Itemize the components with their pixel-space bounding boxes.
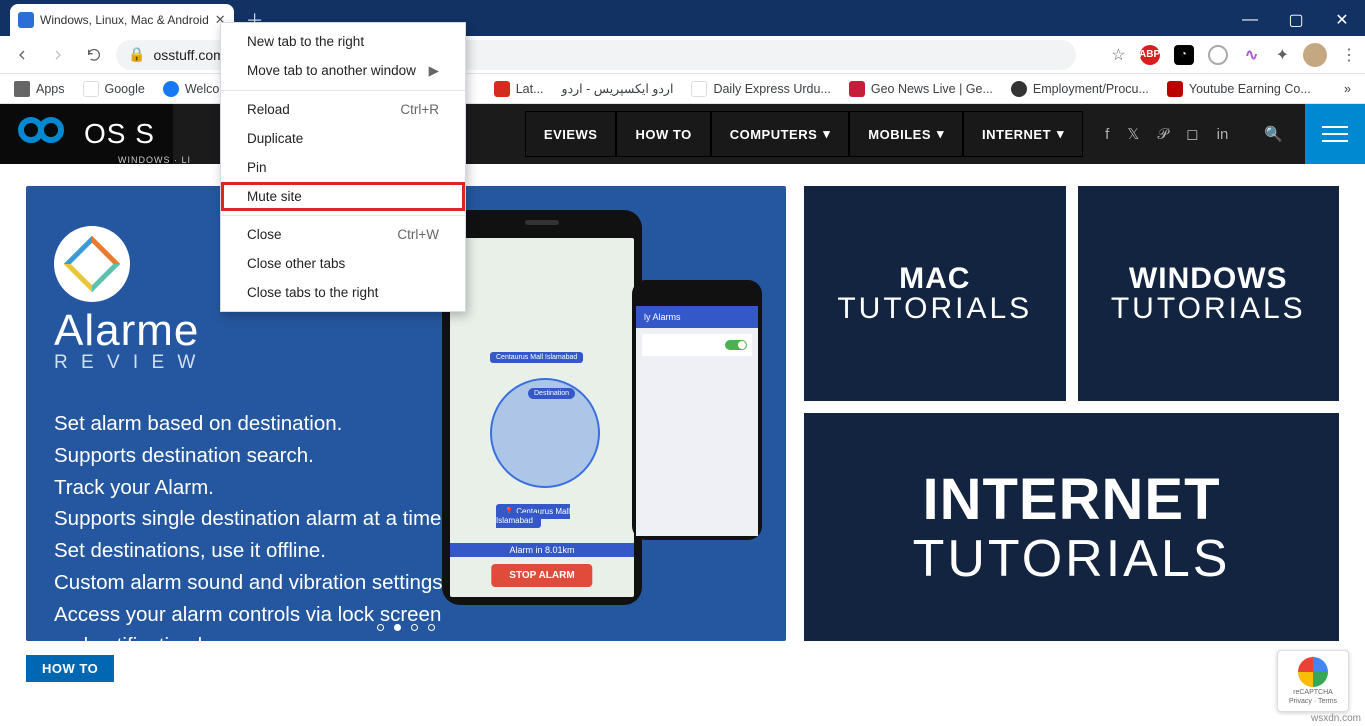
back-button[interactable] <box>8 41 36 69</box>
favicon-icon <box>18 12 34 28</box>
phone-mockups: Centaurus Mall Islamabad Destination 📍 C… <box>442 210 762 620</box>
facebook-icon[interactable]: f <box>1105 126 1109 143</box>
browser-tab[interactable]: Windows, Linux, Mac & Android ✕ <box>10 4 234 36</box>
bookmark-youtube-earning[interactable]: Youtube Earning Co... <box>1161 77 1317 101</box>
close-window-button[interactable]: ✕ <box>1319 4 1365 36</box>
bookmarks-overflow[interactable]: » <box>1338 78 1357 100</box>
alarm-row: Centaurus Mall Islamabad OFF <box>642 334 752 356</box>
map-label: Centaurus Mall Islamabad <box>490 352 583 363</box>
toolbar: 🔒 osstuff.com ☆ ABP ◔ ∿ ✦ ⋮ <box>0 36 1365 74</box>
bookmark-geo-news[interactable]: Geo News Live | Ge... <box>843 77 999 101</box>
nav-reviews[interactable]: EVIEWS <box>525 111 617 157</box>
nav-computers[interactable]: COMPUTERS▾ <box>711 111 850 157</box>
ctx-separator <box>221 215 465 216</box>
extension-icon-2[interactable] <box>1208 45 1228 65</box>
hero-subtitle: R E V I E W <box>54 352 448 374</box>
tile-windows[interactable]: WINDOWS TUTORIALS <box>1078 186 1340 401</box>
maximize-button[interactable]: ▢ <box>1273 4 1319 36</box>
toggle-icon <box>725 340 747 350</box>
ctx-mute-site[interactable]: Mute site <box>221 182 465 211</box>
bookmark-daily-express[interactable]: Daily Express Urdu... <box>685 77 836 101</box>
bookmarks-bar: Apps Google Welco... Lat... اردو ایکسپری… <box>0 74 1365 104</box>
bookmark-express-urdu[interactable]: اردو ایکسپریس - اردو <box>556 77 680 100</box>
bookmark-employment[interactable]: Employment/Procu... <box>1005 77 1155 101</box>
ctx-move-tab[interactable]: Move tab to another window▶ <box>221 56 465 86</box>
tab-title: Windows, Linux, Mac & Android <box>40 13 209 27</box>
facebook-icon <box>163 81 179 97</box>
bookmark-google[interactable]: Google <box>77 77 151 101</box>
linkedin-icon[interactable]: in <box>1217 126 1229 143</box>
recaptcha-icon <box>1298 657 1328 687</box>
ctx-close[interactable]: CloseCtrl+W <box>221 220 465 249</box>
window-controls: — ▢ ✕ <box>1227 4 1365 36</box>
map-pin: 📍 Centaurus Mall Islamabad <box>496 504 570 528</box>
nav-howto[interactable]: HOW TO <box>616 111 710 157</box>
recaptcha-badge[interactable]: reCAPTCHA Privacy · Terms <box>1277 650 1349 712</box>
pinterest-icon[interactable]: 𝒫 <box>1157 126 1168 143</box>
logo-subtitle: WINDOWS · LI <box>118 155 191 165</box>
stop-alarm-button: STOP ALARM <box>491 564 592 587</box>
url-text: osstuff.com <box>153 47 224 63</box>
app-icon <box>54 226 130 302</box>
geo-icon <box>849 81 865 97</box>
ctx-new-tab-right[interactable]: New tab to the right <box>221 27 465 56</box>
profile-avatar[interactable] <box>1303 43 1327 67</box>
watermark: wsxdn.com <box>1311 713 1361 724</box>
minimize-button[interactable]: — <box>1227 4 1273 36</box>
twitter-icon[interactable]: 𝕏 <box>1127 125 1139 143</box>
vss-icon <box>1167 81 1183 97</box>
bookmark-lat[interactable]: Lat... <box>488 77 550 101</box>
map-view: Centaurus Mall Islamabad Destination 📍 C… <box>450 238 634 597</box>
logo-icon <box>18 117 78 151</box>
forward-button[interactable] <box>44 41 72 69</box>
reload-button[interactable] <box>80 41 108 69</box>
logo-text: OS S <box>84 118 155 150</box>
toolbar-actions: ☆ ABP ◔ ∿ ✦ ⋮ <box>1111 43 1357 67</box>
apps-bookmark[interactable]: Apps <box>8 77 71 101</box>
tile-internet[interactable]: INTERNET TUTORIALS <box>804 413 1339 641</box>
search-icon[interactable]: 🔍 <box>1264 125 1283 143</box>
ctx-close-right[interactable]: Close tabs to the right <box>221 278 465 307</box>
menu-burger[interactable] <box>1305 104 1365 164</box>
google-icon <box>83 81 99 97</box>
apps-icon <box>14 81 30 97</box>
chevron-down-icon: ▾ <box>937 126 944 142</box>
ctx-separator <box>221 90 465 91</box>
extension-icon[interactable]: ◔ <box>1174 45 1194 65</box>
ctx-duplicate[interactable]: Duplicate <box>221 124 465 153</box>
ctx-reload[interactable]: ReloadCtrl+R <box>221 95 465 124</box>
instagram-icon[interactable]: ◻ <box>1186 125 1198 143</box>
submenu-arrow-icon: ▶ <box>429 63 439 79</box>
hero-title: Alarme <box>54 306 448 356</box>
chevron-down-icon: ▾ <box>823 126 830 142</box>
chevron-down-icon: ▾ <box>1057 126 1064 142</box>
adblock-icon[interactable]: ABP <box>1140 45 1160 65</box>
ctx-pin[interactable]: Pin <box>221 153 465 182</box>
globe-icon <box>1011 81 1027 97</box>
main-nav: EVIEWS HOW TO COMPUTERS▾ MOBILES▾ INTERN… <box>525 111 1083 157</box>
site-icon <box>494 81 510 97</box>
social-icons: f 𝕏 𝒫 ◻ in 🔍 <box>1083 125 1305 143</box>
slide-dots[interactable] <box>377 624 435 631</box>
aside-tiles: MAC TUTORIALS WINDOWS TUTORIALS INTERNET… <box>804 186 1339 641</box>
destination-pill: Destination <box>528 388 575 399</box>
tile-mac[interactable]: MAC TUTORIALS <box>804 186 1066 401</box>
phone-big: Centaurus Mall Islamabad Destination 📍 C… <box>442 210 642 605</box>
extensions-icon[interactable]: ✦ <box>1276 45 1289 65</box>
small-header: ly Alarms <box>636 306 758 328</box>
tab-context-menu: New tab to the right Move tab to another… <box>220 22 466 312</box>
star-icon[interactable]: ☆ <box>1111 45 1125 65</box>
google-icon <box>691 81 707 97</box>
nav-internet[interactable]: INTERNET▾ <box>963 111 1083 157</box>
phone-small: ly Alarms Centaurus Mall Islamabad OFF <box>632 280 762 540</box>
menu-icon[interactable]: ⋮ <box>1341 45 1357 65</box>
extension-icon-3[interactable]: ∿ <box>1242 45 1262 65</box>
alarm-distance: Alarm in 8.01km <box>450 543 634 557</box>
ctx-close-other[interactable]: Close other tabs <box>221 249 465 278</box>
lock-icon: 🔒 <box>128 46 145 63</box>
titlebar: Windows, Linux, Mac & Android ✕ ＋ — ▢ ✕ <box>0 0 1365 36</box>
page-content: Alarme R E V I E W Set alarm based on de… <box>0 164 1365 647</box>
nav-mobiles[interactable]: MOBILES▾ <box>849 111 963 157</box>
site-header: OS S EVIEWS HOW TO COMPUTERS▾ MOBILES▾ I… <box>0 104 1365 164</box>
